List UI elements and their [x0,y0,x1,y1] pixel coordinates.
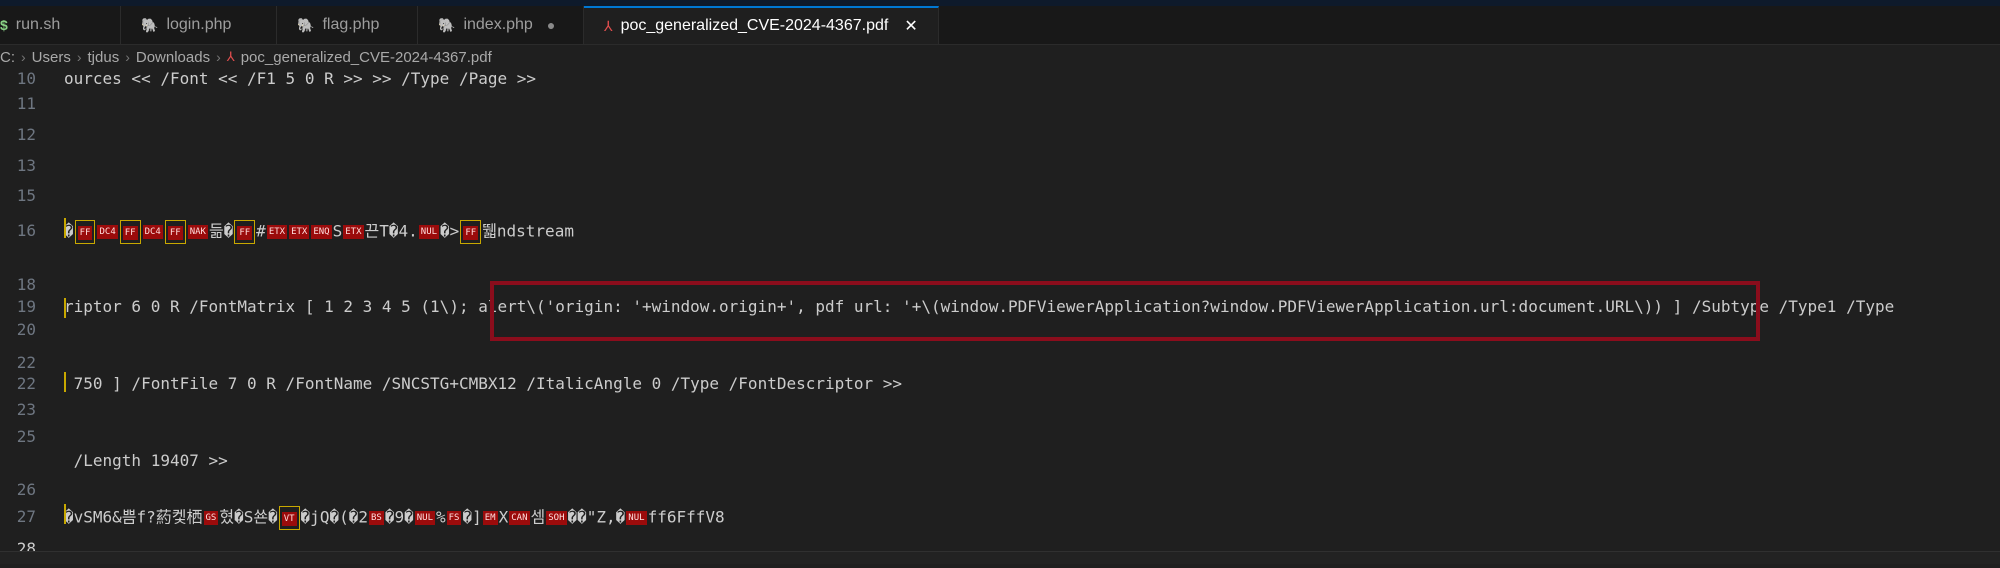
line-code-text: ff6FffV8 [647,507,725,527]
highlight-annotation-box [490,281,1760,341]
code-line: 16 � FF DC4 FF DC4 FF NAK 듦� FF # ETX ETX ENQ S ETX 끈T�… [0,216,2000,250]
breadcrumb-item[interactable]: Users [32,49,71,66]
line-code-text: ndstream [496,221,574,241]
tab-poc-pdf[interactable]: ⅄ poc_generalized_CVE-2024-4367.pdf ✕ [584,6,939,44]
line-code: � FF DC4 FF DC4 FF NAK 듦� FF # ETX ETX ENQ S ETX 끈T�4. N… [64,220,574,244]
code-line: 12 [0,120,2000,154]
yellow-margin-marker [64,504,66,524]
editor-tab-bar: $ run.sh 🐘 login.php 🐘 flag.php 🐘 index.… [0,6,2000,45]
current-line-strip [0,551,2000,564]
code-line: 11 [0,89,2000,123]
modified-dot-icon: ● [546,17,556,33]
line-number: 15 [16,186,36,205]
close-icon[interactable]: ✕ [904,16,917,36]
code-line: 13 [0,151,2000,185]
yellow-margin-marker [64,372,66,392]
tab-run-sh[interactable]: $ run.sh [0,6,121,44]
php-icon: 🐘 [141,16,159,33]
line-code: 750 ] /FontFile 7 0 R /FontName /SNCSTG+… [64,374,903,393]
chevron-right-icon: › [21,49,26,65]
tab-label: poc_generalized_CVE-2024-4367.pdf [620,17,889,34]
pdf-icon: ⅄ [604,17,613,34]
php-icon: 🐘 [297,16,315,33]
yellow-margin-marker [64,218,66,238]
code-line: 27 �vSM6&쁨f?葯켗栖 GS 혔�S쑌� VT �jQ�(�2 BS �9� NUL%… [0,502,2000,536]
tab-label: run.sh [15,16,61,33]
tab-label: flag.php [322,16,380,33]
line-code: /Length 19407 >> [64,451,228,470]
breadcrumb-item[interactable]: tjdus [88,49,120,66]
line-number: 23 [16,400,36,419]
line-number: 27 [16,507,36,526]
line-number: 11 [16,94,36,113]
chevron-right-icon: › [216,49,221,65]
chevron-right-icon: › [125,49,130,65]
pdf-icon: ⅄ [226,49,235,64]
line-number: 25 [16,427,36,446]
line-number: 16 [16,221,36,240]
yellow-margin-marker [64,298,66,318]
tab-index-php[interactable]: 🐘 index.php ● [418,6,584,44]
line-number: 12 [16,125,36,144]
tab-flag-php[interactable]: 🐘 flag.php [277,6,418,44]
breadcrumb-item[interactable]: poc_generalized_CVE-2024-4367.pdf [241,49,492,66]
tab-label: index.php [463,16,533,33]
line-code: ources << /Font << /F1 5 0 R >> >> /Type… [64,69,537,88]
shell-icon: $ [0,17,8,33]
php-icon: 🐘 [438,16,456,33]
breadcrumb-item[interactable]: C: [0,49,15,66]
line-number: 26 [16,480,36,499]
breadcrumb-item[interactable]: Downloads [136,49,210,66]
line-number: 22 [16,374,36,393]
line-number: 10 [16,69,36,88]
tab-label: login.php [166,16,232,33]
code-line: 15 [0,181,2000,215]
chevron-right-icon: › [76,49,82,65]
line-number: 20 [16,320,36,339]
line-code: �vSM6&쁨f?葯켗栖 GS 혔�S쑌� VT �jQ�(�2 BS �9� NUL% FS �… [64,506,725,530]
line-number: 13 [16,156,36,175]
tab-login-php[interactable]: 🐘 login.php [121,6,277,44]
